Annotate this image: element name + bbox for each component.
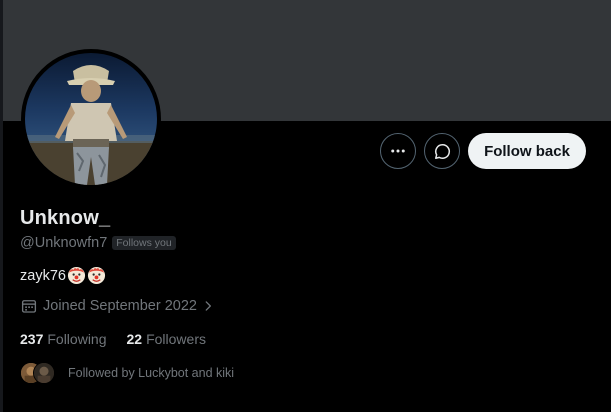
profile-avatar[interactable]: [21, 49, 161, 189]
follow-back-button[interactable]: Follow back: [468, 133, 586, 169]
followed-by-text: Followed by Luckybot and kiki: [68, 366, 235, 380]
joined-date-row[interactable]: Joined September 2022: [20, 297, 215, 315]
avatar-photo: [25, 53, 157, 185]
joined-date: Joined September 2022: [43, 298, 197, 314]
message-icon: [434, 143, 450, 159]
follow-stats: 237 Following 22 Followers: [20, 331, 206, 347]
user-handle: @Unknowfn7: [20, 235, 108, 251]
chevron-right-icon: [205, 301, 211, 311]
more-button[interactable]: [380, 133, 416, 169]
avatar: [33, 362, 55, 384]
profile-page: Follow back Unknow_ @Unknowfn7 Follows y…: [0, 0, 611, 412]
followed-by-row[interactable]: Followed by Luckybot and kiki: [20, 362, 234, 384]
followers-count: 22: [126, 331, 143, 347]
display-name: Unknow_: [20, 207, 111, 229]
more-dots-icon: [391, 149, 405, 153]
clown-face-emoji-icon: [87, 266, 106, 285]
bio-text: zayk76: [20, 267, 66, 284]
profile-bio: zayk76: [20, 266, 106, 285]
following-label: Following: [47, 331, 107, 347]
following-link[interactable]: 237 Following: [20, 331, 107, 347]
handle-row: @Unknowfn7 Follows you: [20, 235, 176, 251]
calendar-icon: [21, 300, 37, 313]
clown-face-emoji-icon: [67, 266, 86, 285]
follows-you-badge: Follows you: [112, 236, 176, 250]
followers-link[interactable]: 22 Followers: [127, 331, 206, 347]
followers-label: Followers: [146, 331, 206, 347]
followers-you-know-avatars: [20, 362, 56, 384]
following-count: 237: [20, 331, 44, 347]
message-button[interactable]: [424, 133, 460, 169]
